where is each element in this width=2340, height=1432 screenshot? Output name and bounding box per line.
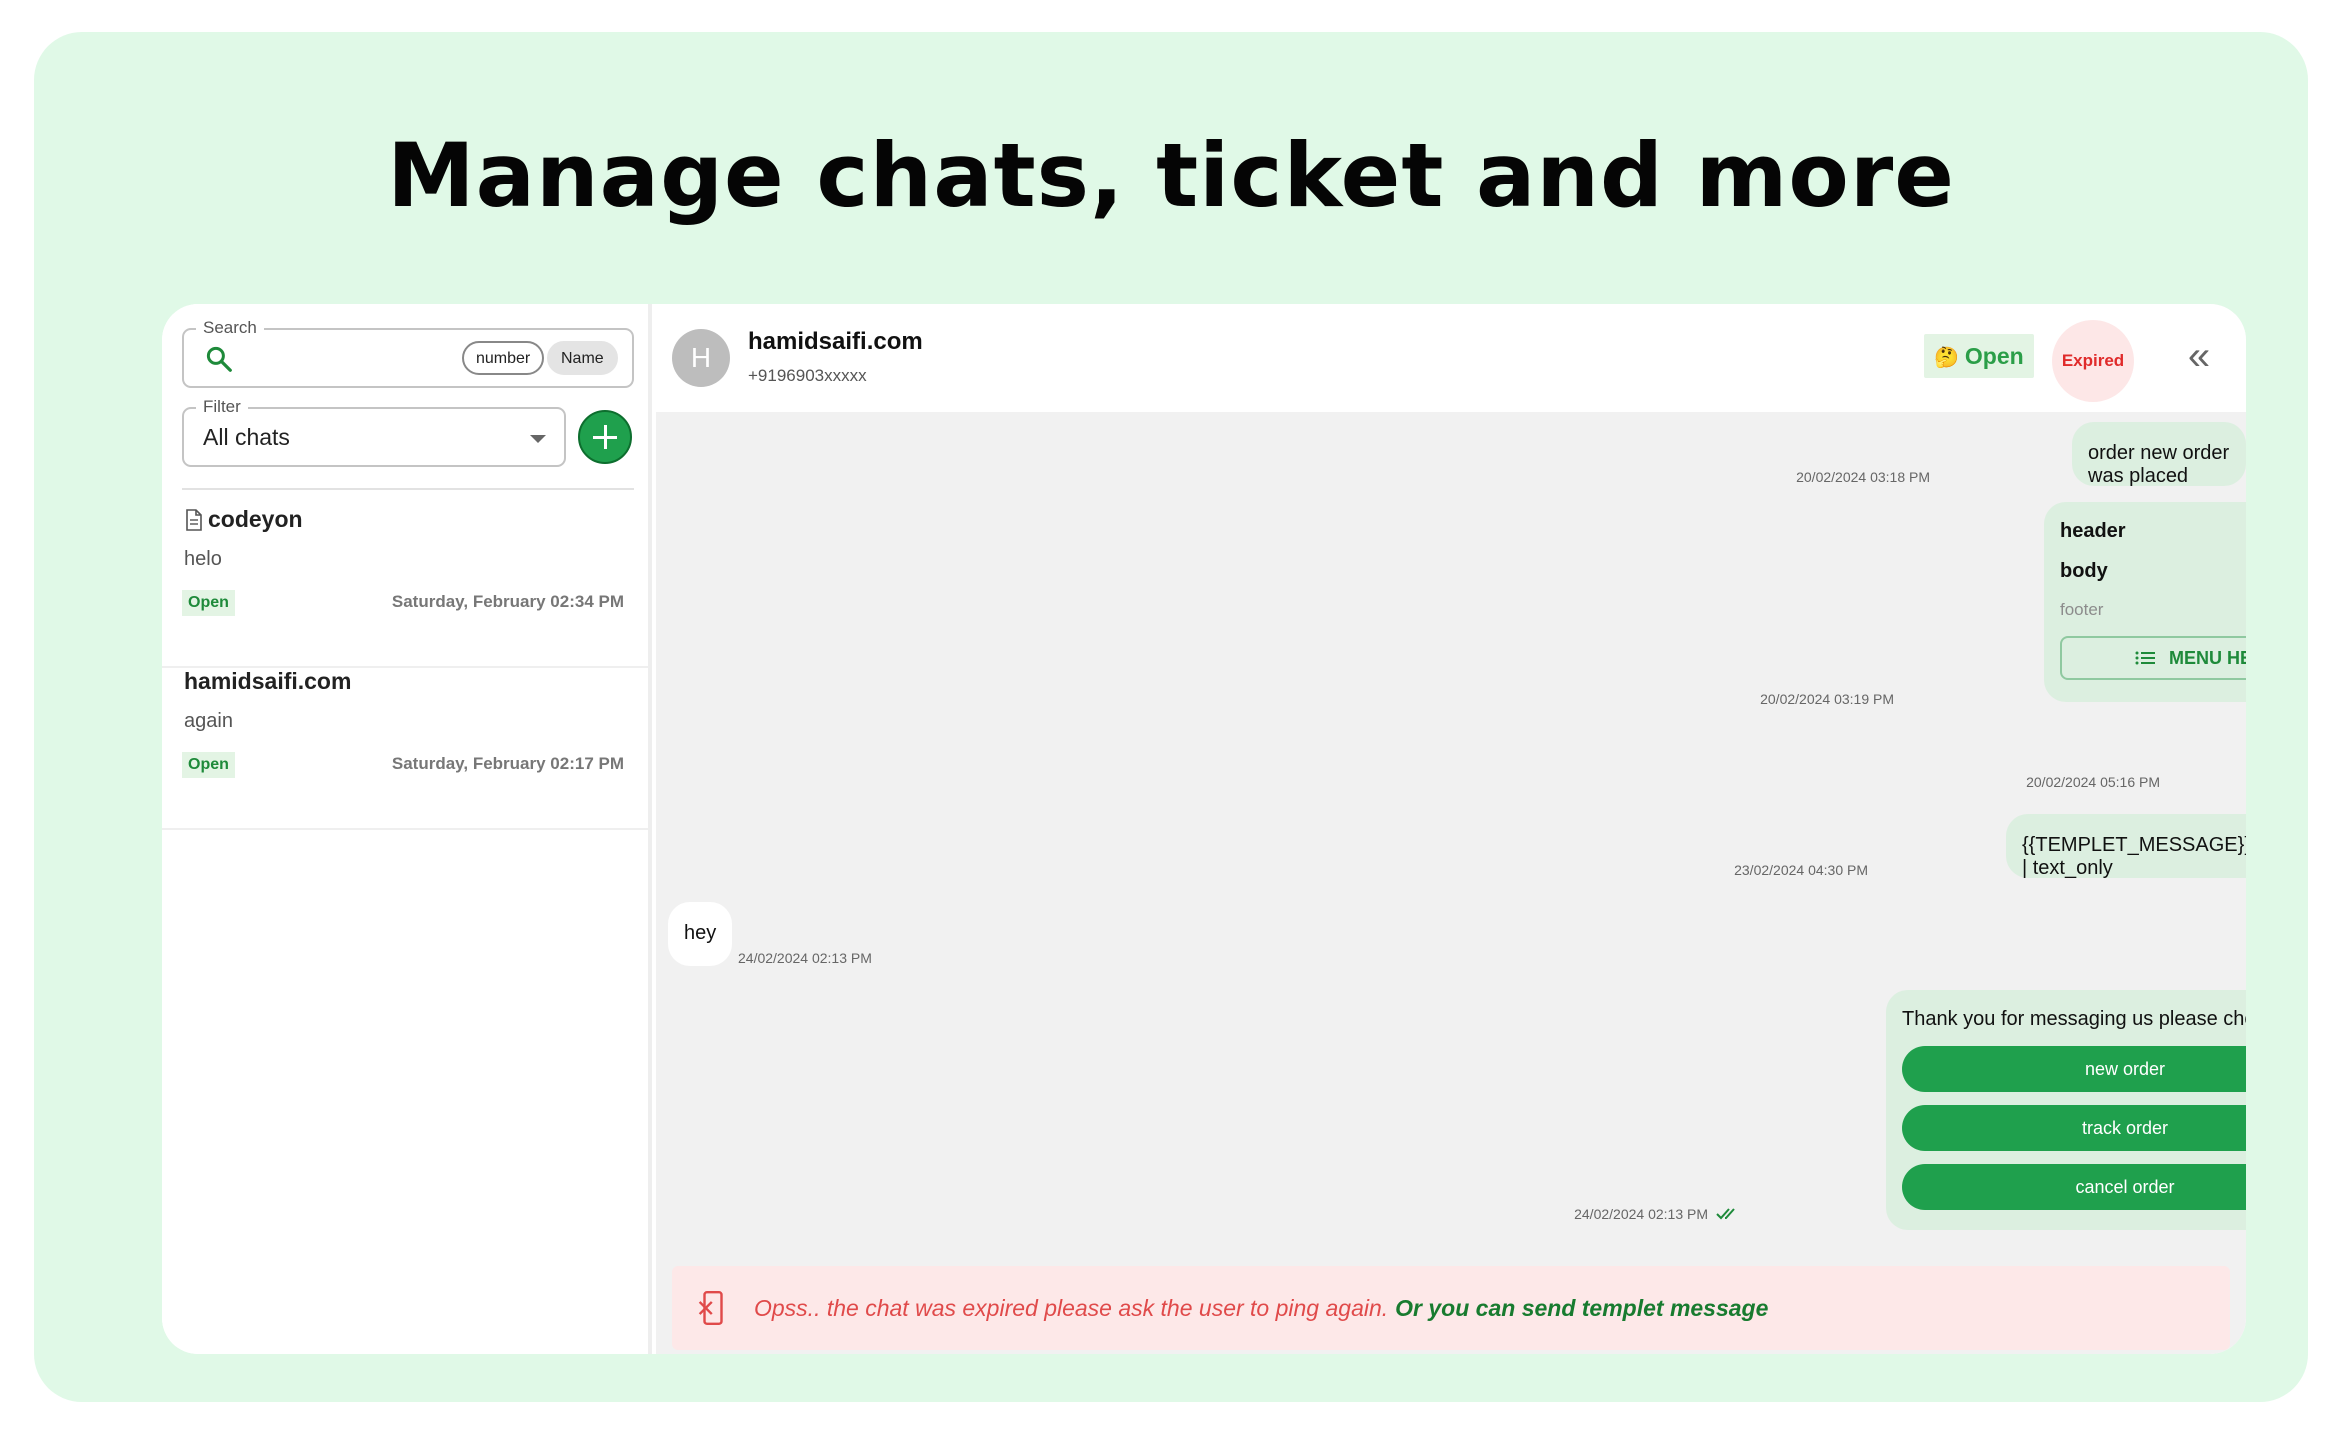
chat-list-item[interactable]: hamidsaifi.com again Open Saturday, Febr… xyxy=(162,668,648,830)
quick-reply-new-order-button[interactable]: new order xyxy=(1902,1046,2246,1092)
headline: Manage chats, ticket and more xyxy=(387,124,1955,227)
message-timestamp: 23/02/2024 04:30 PM xyxy=(1734,862,1868,878)
quick-reply-text: Thank you for messaging us please choose… xyxy=(1902,1008,2246,1030)
avatar: H xyxy=(672,329,730,387)
conversation-header: H hamidsaifi.com +9196903xxxxx 🤔 Open Exp… xyxy=(656,304,2246,412)
message-timestamp: 24/02/2024 02:13 PM xyxy=(1574,1206,1742,1222)
chat-time: Saturday, February 02:34 PM xyxy=(391,592,624,611)
filter-value: All chats xyxy=(203,424,290,450)
message-bubble-incoming: hey xyxy=(668,902,733,966)
expired-badge: Expired xyxy=(2052,320,2134,402)
divider xyxy=(182,488,634,490)
add-chat-button[interactable] xyxy=(578,410,632,464)
chat-list-item[interactable]: codeyon helo Open Saturday, February 02:… xyxy=(162,506,648,668)
message-timestamp-text: 24/02/2024 02:13 PM xyxy=(1574,1206,1708,1222)
chat-preview: helo xyxy=(184,548,222,570)
template-footer: footer xyxy=(2060,600,2104,619)
dropdown-caret-icon xyxy=(530,435,546,443)
expired-notice: Opss.. the chat was expired please ask t… xyxy=(672,1266,2230,1350)
message-timestamp: 20/02/2024 03:18 PM xyxy=(1796,469,1930,485)
chat-time: Saturday, February 02:17 PM xyxy=(391,754,624,773)
message-list: order new order was placed 20/02/2024 03… xyxy=(656,412,2246,1232)
template-message-bubble: header body footer MENU HERE xyxy=(2044,502,2246,702)
contact-name: hamidsaifi.com xyxy=(748,328,923,355)
status-open-label: Open xyxy=(1964,343,2024,369)
send-template-link[interactable]: Or you can send templet message xyxy=(1395,1295,1768,1322)
menu-button[interactable]: MENU HERE xyxy=(2060,636,2246,680)
chat-app-window: Search number Name Filter All chats code… xyxy=(162,304,2246,1354)
chat-name-text: codeyon xyxy=(208,506,303,532)
message-timestamp: 20/02/2024 05:16 PM xyxy=(2026,774,2160,790)
chat-list-panel: Search number Name Filter All chats code… xyxy=(162,304,652,1354)
message-bubble-outgoing: {{TEMPLET_MESSAGE}} | text_only xyxy=(2006,814,2246,879)
menu-button-label: MENU HERE xyxy=(2168,648,2246,668)
message-bubble-outgoing: order new order was placed xyxy=(2072,422,2246,487)
search-legend: Search xyxy=(196,318,264,338)
template-header: header xyxy=(2060,520,2126,542)
search-field[interactable]: Search number Name xyxy=(182,318,634,388)
collapse-icon[interactable]: « xyxy=(2170,332,2222,384)
chat-name: codeyon xyxy=(184,506,303,533)
ticket-status-open-button[interactable]: 🤔 Open xyxy=(1924,334,2034,378)
conversation-panel: H hamidsaifi.com +9196903xxxxx 🤔 Open Exp… xyxy=(656,304,2246,1354)
status-badge: Open xyxy=(182,590,235,616)
chat-name: hamidsaifi.com xyxy=(184,668,351,695)
thinking-face-icon: 🤔 xyxy=(1934,347,1959,369)
search-by-name-chip[interactable]: Name xyxy=(547,341,618,375)
filter-select[interactable]: Filter All chats xyxy=(182,397,566,467)
search-by-number-chip[interactable]: number xyxy=(462,341,545,375)
message-timestamp: 20/02/2024 03:19 PM xyxy=(1760,691,1894,707)
double-check-icon xyxy=(1716,1208,1735,1220)
search-icon xyxy=(206,346,232,372)
filter-legend: Filter xyxy=(196,397,248,417)
message-timestamp: 24/02/2024 02:13 PM xyxy=(738,950,872,966)
quick-reply-track-order-button[interactable]: track order xyxy=(1902,1105,2246,1151)
promo-background: Manage chats, ticket and more Search num… xyxy=(34,32,2308,1402)
template-body: body xyxy=(2060,560,2108,582)
chat-preview: again xyxy=(184,710,233,732)
list-icon xyxy=(2135,651,2155,665)
expired-notice-text: Opss.. the chat was expired please ask t… xyxy=(754,1294,1389,1321)
phone-off-icon xyxy=(698,1291,723,1325)
status-badge: Open xyxy=(182,752,235,778)
quick-reply-cancel-order-button[interactable]: cancel order xyxy=(1902,1164,2246,1210)
quick-reply-message-bubble: Thank you for messaging us please choose… xyxy=(1886,990,2246,1230)
contact-phone: +9196903xxxxx xyxy=(748,366,867,385)
chat-name-text: hamidsaifi.com xyxy=(184,668,352,694)
document-icon xyxy=(186,508,202,531)
